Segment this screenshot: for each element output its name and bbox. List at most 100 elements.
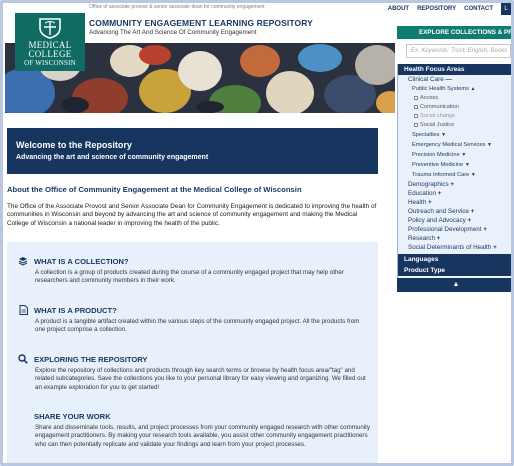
welcome-title: Welcome to the Repository — [16, 140, 132, 150]
collection-description: A collection is a group of products crea… — [35, 269, 344, 285]
shield-icon — [39, 18, 61, 39]
health-focus-label: Health Focus Areas — [404, 66, 465, 73]
collection-info: WHAT IS A COLLECTION? A collection is a … — [7, 256, 378, 286]
checkbox-icon — [414, 104, 418, 109]
share-icon — [17, 411, 29, 421]
filter-tree: Health Focus Areas ▲ Clinical Care — Pub… — [397, 64, 511, 278]
exploring-info: EXPLORING THE REPOSITORY Explore the rep… — [7, 354, 378, 392]
product-title: WHAT IS A PRODUCT? — [34, 305, 117, 315]
chevron-down-icon: ▼ — [470, 172, 476, 178]
mcw-logo[interactable]: MEDICAL COLLEGE OF WISCONSIN — [15, 13, 85, 71]
filter-label: Emergency Medical Services — [412, 142, 486, 148]
checkbox-icon — [414, 122, 418, 127]
filter-label: Demographics — [408, 181, 449, 188]
layers-icon — [17, 256, 29, 266]
share-info: SHARE YOUR WORK Share and disseminate to… — [7, 411, 378, 449]
minus-icon: — — [445, 76, 452, 83]
explore-collections-header[interactable]: EXPLORE COLLECTIONS & PR — [397, 26, 511, 39]
logo-line-3: OF WISCONSIN — [24, 59, 76, 67]
collection-title: WHAT IS A COLLECTION? — [34, 256, 129, 266]
repository-subtitle: Advancing The Art And Science Of Communi… — [89, 29, 257, 36]
checkbox-label: Social change — [420, 113, 456, 119]
filter-social-determinants-of-health[interactable]: Social Determinants of Health + — [398, 243, 511, 252]
plus-icon: + — [437, 190, 442, 197]
filter-label: Research — [408, 235, 435, 242]
login-button[interactable]: L — [501, 3, 511, 15]
filter-outreach-and-service[interactable]: Outreach and Service + — [398, 207, 511, 216]
checkbox-social-change[interactable]: Social change — [398, 112, 511, 121]
about-heading: About the Office of Community Engagement… — [7, 185, 302, 194]
filter-policy-and-advocacy[interactable]: Policy and Advocacy + — [398, 216, 511, 225]
checkbox-access[interactable]: Access — [398, 94, 511, 103]
chevron-down-icon: ▼ — [486, 142, 492, 148]
filter-label: Clinical Care — [408, 76, 444, 83]
nav-contact-link[interactable]: CONTACT — [464, 6, 493, 12]
filter-label: Health — [408, 199, 427, 206]
filter-label: Trauma Informed Care — [412, 172, 470, 178]
info-items-panel: WHAT IS A COLLECTION? A collection is a … — [7, 242, 378, 463]
explore-panel: EXPLORE COLLECTIONS & PR Ex. Keywords: T… — [397, 26, 511, 292]
filter-label: Professional Development — [408, 226, 482, 233]
product-info: WHAT IS A PRODUCT? A product is a tangib… — [7, 305, 378, 335]
page-frame: Office of associate provost & senior ass… — [0, 0, 514, 466]
filter-education[interactable]: Education + — [398, 189, 511, 198]
filter-preventive-medicine[interactable]: Preventive Medicine ▼ — [398, 160, 511, 170]
filter-precision-medicine[interactable]: Precision Medicine ▼ — [398, 150, 511, 160]
checkbox-communication[interactable]: Communication — [398, 103, 511, 112]
filter-label: Education — [408, 190, 437, 197]
filter-label: Policy and Advocacy — [408, 217, 466, 224]
languages-toggle[interactable]: Languages ▼ — [398, 254, 511, 265]
filter-label: Preventive Medicine — [412, 162, 464, 168]
checkbox-icon — [414, 95, 418, 100]
nav-repository-link[interactable]: REPOSITORY — [417, 6, 456, 12]
checkbox-icon — [414, 113, 418, 118]
filter-health[interactable]: Health + — [398, 198, 511, 207]
chevron-down-icon: ▼ — [441, 132, 447, 138]
filter-research[interactable]: Research + — [398, 234, 511, 243]
checkbox-social-justice[interactable]: Social Justice — [398, 121, 511, 130]
plus-icon: + — [483, 226, 487, 233]
filter-label: Precision Medicine — [412, 152, 460, 158]
checkbox-label: Social Justice — [420, 122, 455, 128]
chevron-up-icon: ▲ — [470, 86, 476, 92]
product-description: A product is a tangible artifact created… — [35, 318, 360, 334]
filter-label: Social Determinants of Health — [408, 244, 492, 251]
logo-line-2: COLLEGE — [28, 49, 72, 59]
plus-icon: + — [427, 199, 432, 206]
office-tagline: Office of associate provost & senior ass… — [89, 4, 265, 10]
collapse-panel-button[interactable]: ▲ — [397, 278, 511, 292]
share-description: Share and disseminate tools, results, an… — [35, 424, 370, 448]
filter-professional-development[interactable]: Professional Development + — [398, 225, 511, 234]
nav-about-link[interactable]: ABOUT — [388, 6, 409, 12]
document-icon — [17, 305, 29, 315]
languages-label: Languages — [404, 256, 439, 263]
plus-icon: + — [493, 244, 497, 251]
search-icon — [17, 354, 29, 364]
filter-specialties[interactable]: Specialties ▼ — [398, 130, 511, 140]
filter-clinical-care[interactable]: Clinical Care — — [398, 75, 511, 84]
chevron-down-icon: ▼ — [446, 268, 452, 274]
filter-label: Public Health Systems — [412, 86, 469, 92]
repository-title[interactable]: COMMUNITY ENGAGEMENT LEARNING REPOSITORY — [89, 18, 313, 28]
welcome-subtitle: Advancing the art and science of communi… — [16, 154, 209, 161]
share-title: SHARE YOUR WORK — [34, 411, 111, 421]
filter-emergency-medical-services[interactable]: Emergency Medical Services ▼ — [398, 140, 511, 150]
product-type-label: Product Type — [404, 267, 446, 274]
exploring-description: Explore the repository of collections an… — [35, 367, 366, 391]
chevron-down-icon: ▼ — [464, 162, 470, 168]
filter-trauma-informed-care[interactable]: Trauma Informed Care ▼ — [398, 170, 511, 180]
chevron-down-icon: ▼ — [440, 257, 446, 263]
checkbox-label: Communication — [420, 104, 459, 110]
filter-demographics[interactable]: Demographics + — [398, 180, 511, 189]
top-nav: ABOUT REPOSITORY CONTACT L — [388, 3, 511, 15]
chevron-down-icon: ▼ — [461, 152, 467, 158]
product-type-toggle[interactable]: Product Type ▼ — [398, 265, 511, 276]
checkbox-label: Access — [420, 95, 439, 101]
filter-public-health-systems[interactable]: Public Health Systems ▲ — [398, 84, 511, 94]
health-focus-areas-toggle[interactable]: Health Focus Areas ▲ — [398, 64, 511, 75]
plus-icon: + — [467, 217, 472, 224]
exploring-title: EXPLORING THE REPOSITORY — [34, 354, 148, 364]
plus-icon: + — [450, 181, 455, 188]
plus-icon: + — [470, 208, 475, 215]
search-input[interactable]: Ex. Keywords: Trust, English, Books — [406, 44, 511, 58]
